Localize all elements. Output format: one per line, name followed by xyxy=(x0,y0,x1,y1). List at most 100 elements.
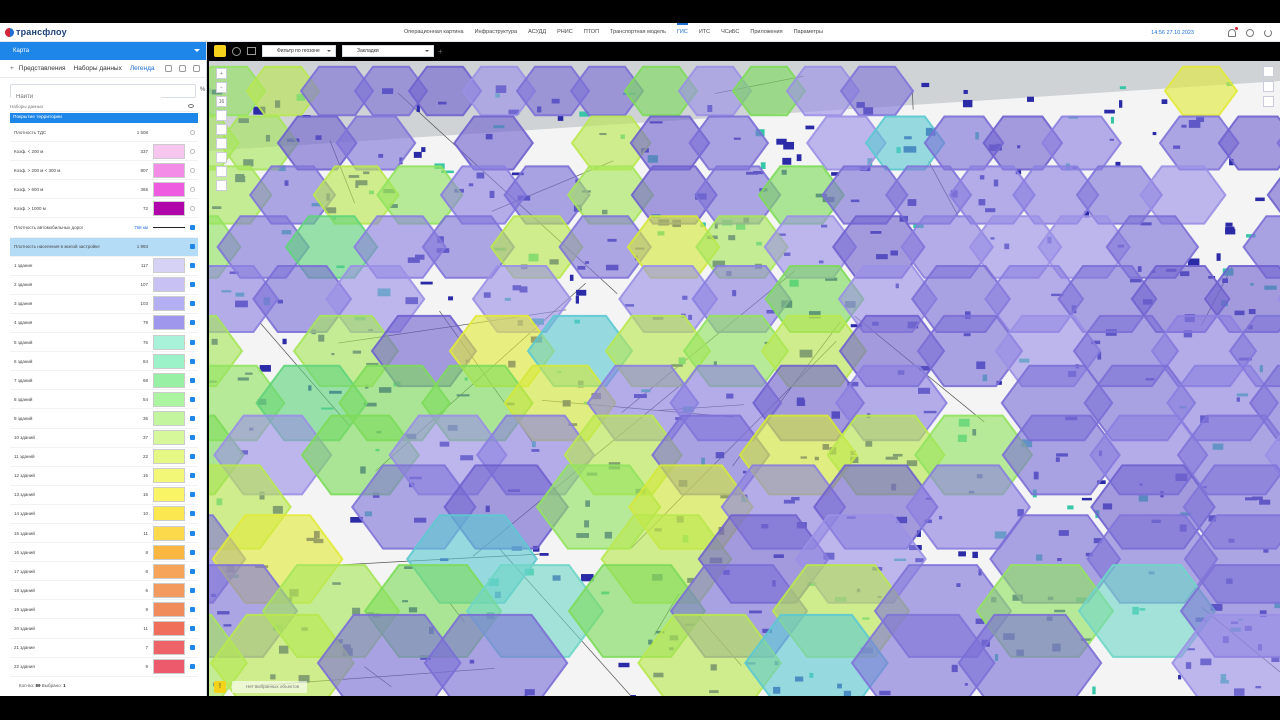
nav-item[interactable]: АСУДД xyxy=(528,23,546,42)
visibility-checkbox[interactable] xyxy=(190,568,195,574)
legend-color-swatch[interactable] xyxy=(153,353,185,369)
legend-row[interactable]: Плотность автомобильных дорог 758 км xyxy=(10,218,198,238)
legend-color-swatch[interactable] xyxy=(153,315,185,331)
legend-color-swatch[interactable] xyxy=(153,620,185,636)
legend-row[interactable]: Коэф. > 600 м 365 xyxy=(10,180,198,200)
legend-row[interactable]: 18 зданий 6 xyxy=(10,581,198,601)
zoom-in-button[interactable]: + xyxy=(216,68,227,79)
visibility-checkbox[interactable] xyxy=(190,549,195,555)
legend-row[interactable]: 7 зданий 68 xyxy=(10,371,198,391)
legend-color-swatch[interactable] xyxy=(153,162,185,178)
legend-color-swatch[interactable] xyxy=(153,449,185,465)
tab-views[interactable]: Представления xyxy=(19,65,66,72)
app-logo[interactable]: трансфлоу xyxy=(5,27,125,37)
legend-color-swatch[interactable] xyxy=(153,296,185,312)
visibility-checkbox[interactable] xyxy=(190,339,195,345)
visibility-checkbox[interactable] xyxy=(190,186,195,192)
legend-row[interactable]: 14 зданий 10 xyxy=(10,505,198,524)
legend-row[interactable]: 4 здания 79 xyxy=(10,314,198,334)
legend-row[interactable]: 17 зданий 8 xyxy=(10,562,198,582)
visibility-checkbox[interactable] xyxy=(190,205,195,211)
layers-toggle-icon[interactable] xyxy=(1263,81,1274,92)
power-icon[interactable] xyxy=(1264,28,1272,37)
visibility-checkbox[interactable] xyxy=(190,587,195,593)
bell-icon[interactable] xyxy=(1228,26,1238,37)
visibility-checkbox[interactable] xyxy=(190,167,195,173)
warning-icon[interactable]: ! xyxy=(214,681,226,693)
visibility-checkbox[interactable] xyxy=(190,320,195,326)
legend-row[interactable]: 1 здание 117 xyxy=(10,257,198,276)
layers-icon[interactable] xyxy=(193,65,200,72)
legend-row[interactable]: 9 зданий 36 xyxy=(10,409,198,429)
legend-color-swatch[interactable] xyxy=(153,544,185,560)
legend-color-swatch[interactable] xyxy=(153,582,185,598)
legend-color-swatch[interactable] xyxy=(153,601,185,617)
nav-item[interactable]: Параметры xyxy=(794,23,823,42)
legend-row[interactable]: 2 здания 107 xyxy=(10,276,198,295)
add-icon[interactable]: + xyxy=(10,65,14,72)
legend-color-swatch[interactable] xyxy=(153,143,185,159)
layer-title[interactable]: Покрытие территории xyxy=(10,113,198,123)
legend-color-swatch[interactable] xyxy=(153,410,185,426)
refresh-icon[interactable] xyxy=(179,65,186,72)
compass-icon[interactable] xyxy=(216,124,227,135)
legend-color-swatch[interactable] xyxy=(153,506,185,522)
tab-datasets[interactable]: Наборы данных xyxy=(74,65,122,72)
legend-row[interactable]: 22 здания 9 xyxy=(10,658,198,677)
legend-row[interactable]: 11 зданий 22 xyxy=(10,448,198,467)
visibility-checkbox[interactable] xyxy=(190,454,195,460)
nav-item[interactable]: ЧСиБС xyxy=(721,23,739,42)
legend-row[interactable]: Коэф. > 200 м < 300 м 807 xyxy=(10,161,198,181)
nav-item[interactable]: ПТОП xyxy=(584,23,599,42)
rotate-icon[interactable] xyxy=(216,152,227,163)
legend-row[interactable]: 15 зданий 11 xyxy=(10,524,198,544)
visibility-checkbox[interactable] xyxy=(190,301,195,307)
legend-row[interactable]: 3 здания 103 xyxy=(10,295,198,314)
nav-item[interactable]: Инфраструктура xyxy=(475,23,518,42)
visibility-checkbox[interactable] xyxy=(190,129,195,135)
panel-title-dropdown[interactable]: Карта xyxy=(0,42,206,60)
legend-row[interactable]: 5 зданий 76 xyxy=(10,333,198,353)
legend-row[interactable]: 19 зданий 9 xyxy=(10,600,198,620)
visibility-checkbox[interactable] xyxy=(190,358,195,364)
legend-color-swatch[interactable] xyxy=(153,430,185,446)
geo-filter-dropdown[interactable]: Фильтр по геозоне xyxy=(262,45,336,57)
visibility-checkbox[interactable] xyxy=(190,473,195,479)
legend-color-swatch[interactable] xyxy=(153,200,185,216)
nav-item[interactable]: Операционная картина xyxy=(404,23,464,42)
search-map-icon[interactable] xyxy=(216,110,227,121)
visibility-checkbox[interactable] xyxy=(190,282,195,288)
legend-color-swatch[interactable] xyxy=(153,391,185,407)
visibility-checkbox[interactable] xyxy=(190,625,195,631)
nav-item[interactable]: ГИС xyxy=(676,23,688,42)
legend-color-swatch[interactable] xyxy=(153,640,185,656)
map-canvas[interactable] xyxy=(209,61,1280,696)
legend-color-swatch[interactable] xyxy=(153,277,185,293)
nav-item[interactable]: Транспортная модель xyxy=(610,23,666,42)
visibility-checkbox[interactable] xyxy=(190,492,195,498)
visibility-checkbox[interactable] xyxy=(190,645,195,651)
nav-item[interactable]: РНИС xyxy=(557,23,573,42)
search-icon[interactable] xyxy=(165,65,172,72)
locate-icon[interactable] xyxy=(216,166,227,177)
visibility-checkbox[interactable] xyxy=(190,263,195,269)
basemap-icon[interactable] xyxy=(1263,66,1274,77)
legend-row[interactable]: Коэф. < 200 м 337 xyxy=(10,142,198,162)
legend-color-swatch[interactable] xyxy=(153,563,185,579)
visibility-checkbox[interactable] xyxy=(190,664,195,670)
legend-row[interactable]: Плотность ТДС 1 508 xyxy=(10,123,198,143)
legend-color-swatch[interactable] xyxy=(153,334,185,350)
legend-color-swatch[interactable] xyxy=(153,372,185,388)
legend-row[interactable]: 13 зданий 16 xyxy=(10,486,198,505)
visibility-checkbox[interactable] xyxy=(190,396,195,402)
bookmarks-dropdown[interactable]: Закладки xyxy=(342,45,434,57)
legend-row[interactable]: 8 зданий 54 xyxy=(10,390,198,410)
legend-row[interactable]: 21 здание 7 xyxy=(10,639,198,658)
image-icon[interactable] xyxy=(247,47,256,55)
legend-row[interactable]: 6 зданий 84 xyxy=(10,352,198,372)
search-input[interactable] xyxy=(11,91,161,103)
measure-icon[interactable] xyxy=(216,180,227,191)
print-icon[interactable] xyxy=(1263,96,1274,107)
legend-row[interactable]: 10 зданий 37 xyxy=(10,429,198,448)
legend-color-swatch[interactable] xyxy=(153,258,185,274)
